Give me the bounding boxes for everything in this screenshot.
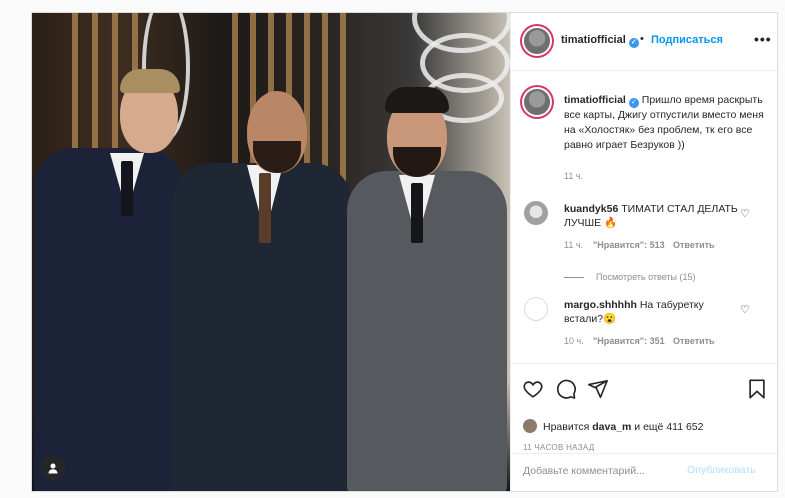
comment-avatar[interactable]: [524, 201, 548, 225]
bookmark-icon[interactable]: [746, 378, 768, 400]
publish-button[interactable]: Опубликовать: [687, 464, 756, 476]
avatar[interactable]: [524, 28, 550, 54]
reply-button[interactable]: Ответить: [673, 240, 715, 250]
reply-button[interactable]: Ответить: [673, 336, 715, 346]
comment-time[interactable]: 11 ч.: [564, 240, 583, 250]
comment-username[interactable]: kuandyk56: [564, 203, 618, 215]
post-photo[interactable]: [32, 13, 510, 491]
add-comment-input[interactable]: [523, 465, 683, 477]
comment-like-icon[interactable]: ♡: [740, 207, 750, 220]
post-actions: Нравится dava_m и ещё 411 652 11 ЧАСОВ Н…: [511, 363, 777, 464]
add-comment-bar: Опубликовать: [511, 453, 777, 491]
user-tag-icon[interactable]: [41, 456, 65, 480]
follow-button[interactable]: Подписаться: [651, 34, 723, 46]
comment-like-icon[interactable]: ♡: [740, 303, 750, 316]
liker-avatar[interactable]: [523, 419, 537, 433]
view-replies-button[interactable]: Посмотреть ответы (15): [564, 272, 696, 282]
view-replies-label[interactable]: Посмотреть ответы (15): [596, 272, 696, 282]
verified-badge-icon: ✓: [628, 98, 639, 108]
likes-prefix: Нравится: [543, 421, 590, 433]
post-header: timatiofficial ✓ • Подписаться •••: [511, 13, 777, 71]
scrollbar[interactable]: [774, 88, 777, 358]
post-timestamp[interactable]: 11 ЧАСОВ НАЗАД: [523, 443, 594, 452]
comment-time[interactable]: 10 ч.: [564, 336, 584, 346]
header-username[interactable]: timatiofficial ✓: [561, 34, 639, 48]
comment-likes[interactable]: "Нравится": 351: [593, 336, 665, 346]
post-card: timatiofficial ✓ • Подписаться ••• timati…: [31, 12, 778, 492]
header-username-text[interactable]: timatiofficial: [561, 34, 626, 46]
comment-icon[interactable]: [555, 378, 577, 400]
likes-summary[interactable]: Нравится dava_m и ещё 411 652: [523, 419, 704, 433]
heart-icon[interactable]: [522, 378, 544, 400]
caption-avatar[interactable]: [524, 89, 550, 115]
more-options-icon[interactable]: •••: [754, 31, 772, 47]
liker-username[interactable]: dava_m: [592, 421, 631, 433]
comment-1: kuandyk56 ТИМАТИ СТАЛ ДЕЛАТЬ ЛУЧШЕ 🔥: [564, 202, 744, 230]
caption-time[interactable]: 11 ч.: [564, 171, 583, 181]
comment-2: margo.shhhhh На табуретку встали?😮: [564, 298, 744, 326]
caption-username[interactable]: timatiofficial: [564, 94, 626, 106]
likes-count[interactable]: и ещё 411 652: [634, 421, 703, 433]
share-icon[interactable]: [587, 378, 609, 400]
post-side-panel: timatiofficial ✓ • Подписаться ••• timati…: [510, 13, 777, 491]
caption: timatiofficial ✓ Пришло время раскрыть вс…: [564, 93, 764, 153]
replies-line: [564, 277, 584, 279]
comment-likes[interactable]: "Нравится": 513: [593, 240, 665, 250]
comment-username[interactable]: margo.shhhhh: [564, 299, 637, 311]
separator-dot: •: [640, 33, 644, 45]
comment-avatar[interactable]: [524, 297, 548, 321]
verified-badge-icon: ✓: [628, 38, 639, 48]
